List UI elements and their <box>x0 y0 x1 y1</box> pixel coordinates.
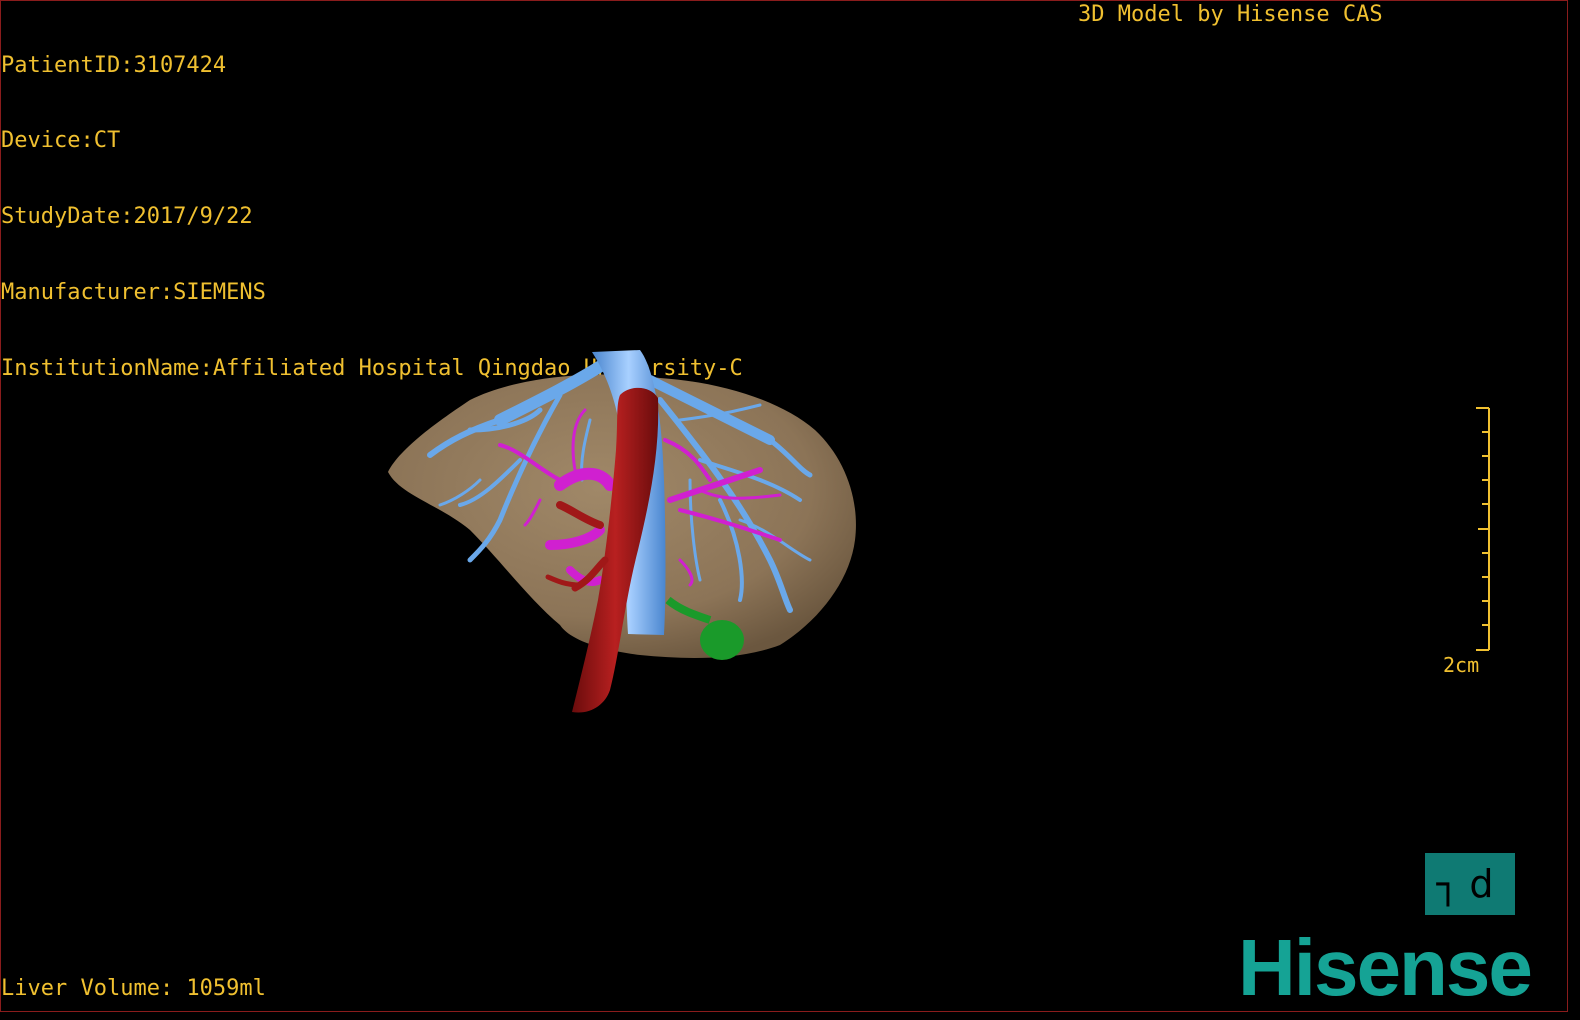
orientation-cube[interactable]: ┐d <box>1425 853 1515 915</box>
liver-volume-text: Liver Volume: 1059ml <box>1 976 266 1001</box>
scale-label: 2cm <box>1443 653 1480 677</box>
orientation-label: ┐d <box>1436 862 1504 906</box>
scale-bar <box>1476 407 1490 651</box>
hisense-logo: Hisense <box>1238 923 1533 1012</box>
liver-3d-model[interactable] <box>0 0 1580 1020</box>
